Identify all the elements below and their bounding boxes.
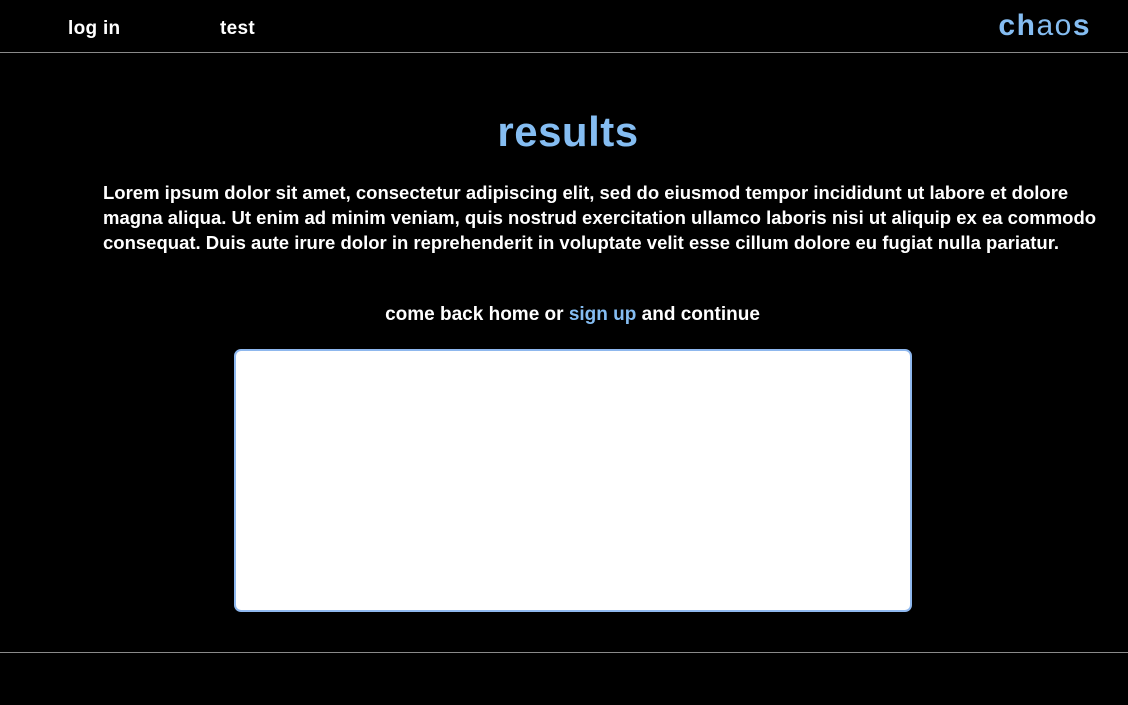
page-title: results	[497, 108, 639, 155]
intro-paragraph: Lorem ipsum dolor sit amet, consectetur …	[103, 182, 1097, 253]
footer-divider	[0, 652, 1128, 653]
login-link[interactable]: log in	[68, 18, 120, 40]
cta-prefix: come back home or	[385, 304, 569, 325]
chaos-logo[interactable]: chaos	[998, 9, 1091, 43]
sign-up-link[interactable]: sign up	[569, 304, 637, 325]
logo-part-ch: ch	[998, 9, 1037, 42]
top-navigation-bar: log in test chaos	[0, 0, 1128, 53]
logo-part-ao: ao	[1036, 9, 1073, 42]
call-to-action: come back home or sign up and continue	[0, 304, 1128, 326]
page: log in test chaos results Lorem ipsum do…	[0, 0, 1128, 705]
test-link[interactable]: test	[220, 18, 255, 40]
logo-part-s: s	[1072, 9, 1091, 42]
cta-suffix: and continue	[636, 304, 760, 325]
results-panel	[234, 349, 912, 612]
